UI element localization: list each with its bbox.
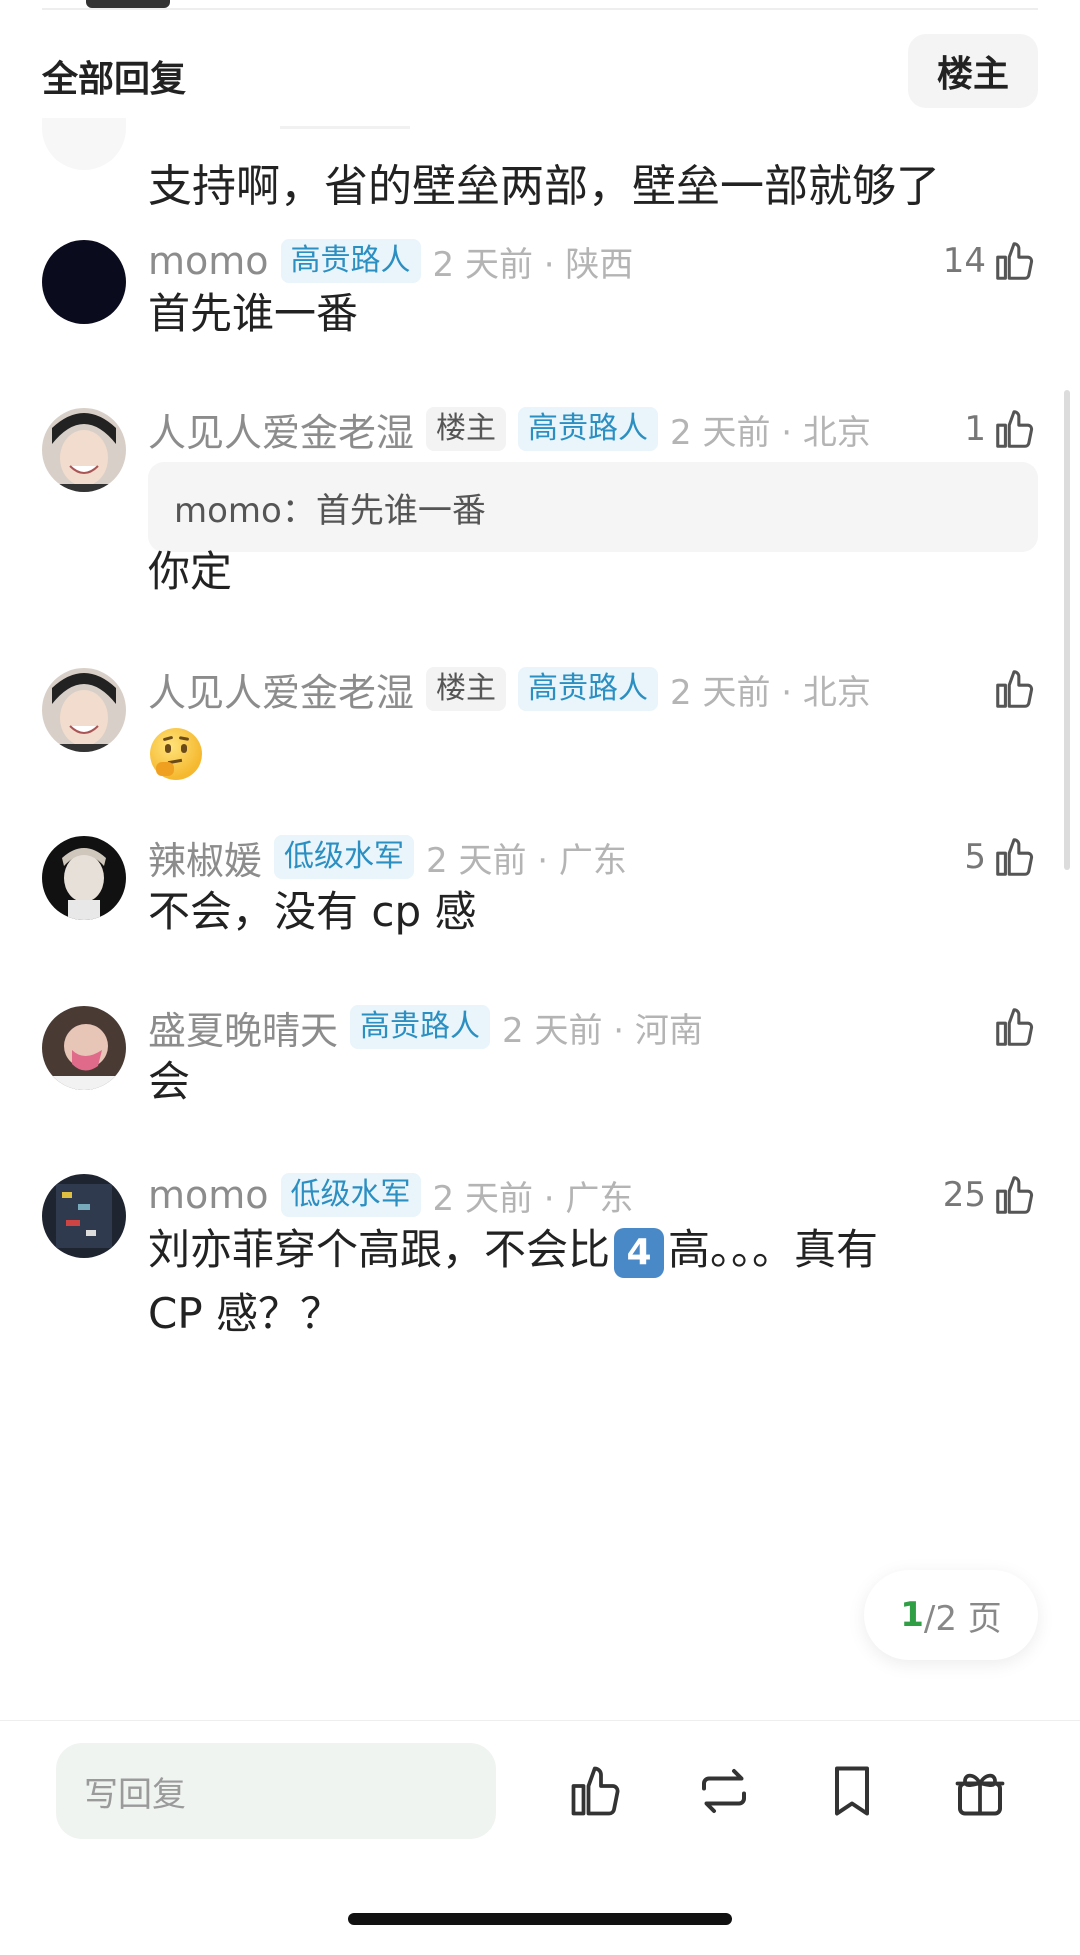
gift-icon[interactable]: [950, 1759, 1010, 1823]
like-count: 1: [964, 409, 986, 449]
user-badge: 低级水军: [274, 835, 415, 879]
avatar[interactable]: [42, 668, 126, 752]
comment-text: 会: [148, 1057, 191, 1106]
thinking-face-emoji: [150, 728, 202, 780]
like-button[interactable]: 1: [964, 402, 1038, 456]
owner-only-filter-button[interactable]: 楼主: [908, 34, 1038, 108]
comment-time-location: 2 天前 · 广东: [426, 840, 627, 881]
username[interactable]: 人见人爱金老湿: [148, 662, 414, 717]
like-count: 14: [942, 241, 986, 281]
avatar[interactable]: [42, 240, 126, 324]
top-divider: [42, 8, 1038, 10]
like-button[interactable]: 5: [964, 830, 1038, 884]
user-badge: 高贵路人: [518, 667, 659, 711]
home-indicator: [348, 1913, 732, 1925]
user-badge: 高贵路人: [518, 407, 659, 451]
avatar[interactable]: [42, 1006, 126, 1090]
quoted-reply[interactable]: momo：首先谁一番: [148, 462, 1038, 552]
user-badge: 低级水军: [280, 1173, 421, 1217]
comment-meta: 人见人爱金老湿 楼主 高贵路人 2 天前 · 北京: [148, 662, 871, 716]
avatar[interactable]: [42, 408, 126, 492]
like-button[interactable]: [992, 1000, 1038, 1054]
username[interactable]: 盛夏晚晴天: [148, 1000, 338, 1055]
comment-meta: momo 低级水军 2 天前 · 广东: [148, 1168, 633, 1222]
comment-time-location: 2 天前 · 北京: [670, 672, 871, 713]
comment-text-part: CP 感？？: [148, 1289, 343, 1338]
all-replies-title: 全部回复: [42, 59, 187, 100]
user-badge: 高贵路人: [280, 239, 421, 283]
username[interactable]: 辣椒媛: [148, 830, 262, 885]
current-page: 1: [900, 1595, 924, 1635]
keycap-four-emoji: 4: [614, 1227, 665, 1278]
thumbs-up-icon[interactable]: [566, 1759, 626, 1823]
comment-text: 不会，没有 cp 感: [148, 887, 477, 936]
comment-text: 支持啊，省的壁垒两部，壁垒一部就够了: [148, 161, 940, 212]
comment-text-part: 刘亦菲穿个高跟，不会比: [148, 1225, 611, 1274]
thumbs-up-icon: [996, 1176, 1034, 1214]
comment-text: 你定: [148, 547, 233, 596]
avatar[interactable]: [42, 1174, 126, 1258]
thumbs-up-icon: [996, 242, 1034, 280]
reply-input[interactable]: 写回复: [56, 1743, 496, 1839]
username[interactable]: momo: [148, 239, 269, 283]
owner-badge: 楼主: [426, 407, 507, 451]
comment-meta: 盛夏晚晴天 高贵路人 2 天前 · 河南: [148, 1000, 703, 1054]
username[interactable]: 人见人爱金老湿: [148, 402, 414, 457]
total-pages: /2 页: [923, 1598, 1002, 1639]
comment-meta: momo 高贵路人 2 天前 · 陕西: [148, 234, 633, 288]
comment-text-part: 高。。。真有: [668, 1225, 879, 1274]
like-button[interactable]: 14: [943, 234, 1038, 288]
page-indicator-button[interactable]: 1/2 页: [864, 1570, 1038, 1660]
partial-meta-line: [280, 126, 410, 129]
avatar[interactable]: [42, 836, 126, 920]
thumbs-up-icon: [996, 410, 1034, 448]
active-tab-indicator: [86, 0, 170, 8]
thumbs-up-icon: [996, 838, 1034, 876]
bookmark-icon[interactable]: [822, 1759, 882, 1823]
repost-icon[interactable]: [694, 1759, 754, 1823]
like-button[interactable]: 25: [943, 1168, 1038, 1222]
like-count: 25: [942, 1175, 986, 1215]
comment-meta: 人见人爱金老湿 楼主 高贵路人 2 天前 · 北京: [148, 402, 871, 456]
username[interactable]: momo: [148, 1173, 269, 1217]
avatar[interactable]: [42, 118, 126, 170]
comment-meta: 辣椒媛 低级水军 2 天前 · 广东: [148, 830, 627, 884]
bottom-action-bar: 写回复: [0, 1720, 1080, 1955]
comment-text: 刘亦菲穿个高跟，不会比 4 高。。。真有 CP 感？？: [148, 1218, 1008, 1346]
comment-time-location: 2 天前 · 北京: [670, 412, 871, 453]
comment-time-location: 2 天前 · 河南: [502, 1010, 703, 1051]
owner-badge: 楼主: [426, 667, 507, 711]
thumbs-up-icon: [996, 1008, 1034, 1046]
like-count: 5: [964, 837, 986, 877]
comment-text: 首先谁一番: [148, 289, 359, 338]
comment-time-location: 2 天前 · 广东: [432, 1178, 634, 1219]
scrollbar[interactable]: [1064, 390, 1070, 870]
like-button[interactable]: [992, 662, 1038, 716]
comment-time-location: 2 天前 · 陕西: [432, 244, 634, 285]
thumbs-up-icon: [996, 670, 1034, 708]
user-badge: 高贵路人: [350, 1005, 491, 1049]
